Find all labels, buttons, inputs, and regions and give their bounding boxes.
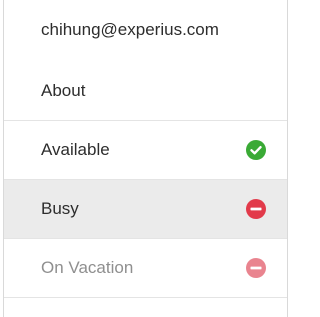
status-busy-item[interactable]: Busy <box>4 180 287 238</box>
status-available-item[interactable]: Available <box>4 121 287 179</box>
minus-circle-icon <box>246 258 266 278</box>
status-on-vacation-item[interactable]: On Vacation <box>4 239 287 297</box>
minus-circle-icon <box>246 199 266 219</box>
account-email-item[interactable]: chihung@experius.com <box>4 3 287 57</box>
status-available-label: Available <box>41 140 110 159</box>
about-menu-item[interactable]: About <box>4 62 287 120</box>
about-label: About <box>41 81 86 100</box>
account-dropdown-menu: chihung@experius.com About Available Bus… <box>3 0 288 317</box>
status-on-vacation-label: On Vacation <box>41 258 134 277</box>
menu-divider <box>4 297 287 298</box>
status-busy-label: Busy <box>41 199 79 218</box>
account-email-label: chihung@experius.com <box>41 20 219 39</box>
check-circle-icon <box>246 140 266 160</box>
